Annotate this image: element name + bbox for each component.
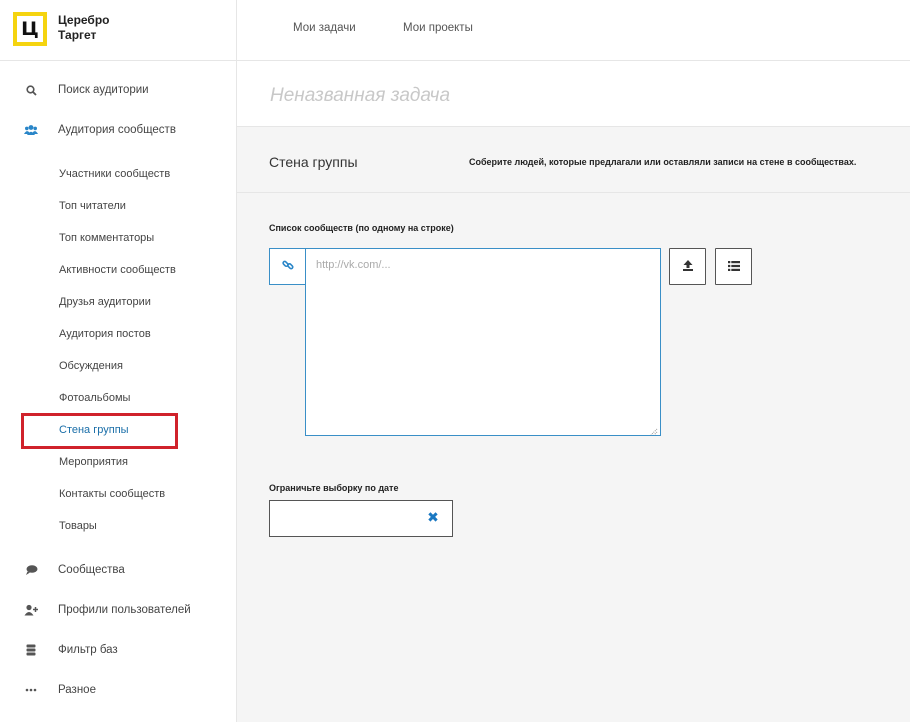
task-title-bar: Неназванная задача xyxy=(237,61,910,127)
date-filter-label: Ограничьте выборку по дате xyxy=(269,483,399,493)
more-icon xyxy=(24,683,38,697)
chat-icon xyxy=(24,563,38,577)
sidebar-item-label: Сообщества xyxy=(58,564,125,576)
sidebar-item-label: Аудитория сообществ xyxy=(58,124,176,136)
sidebar-item-user-profiles[interactable]: Профили пользователей xyxy=(0,590,237,630)
sidebar-subitem-community-contacts[interactable]: Контакты сообществ xyxy=(59,486,165,502)
sidebar-subitem-discussions[interactable]: Обсуждения xyxy=(59,358,123,374)
sidebar: Ц Церебро Таргет Поиск аудитории Аудитор… xyxy=(0,0,237,722)
sidebar-subitem-community-members[interactable]: Участники сообществ xyxy=(59,166,170,182)
close-icon[interactable]: ✖ xyxy=(426,511,440,525)
users-icon xyxy=(24,123,38,137)
sidebar-subitem-community-activity[interactable]: Активности сообществ xyxy=(59,262,176,278)
link-icon xyxy=(281,258,294,276)
sidebar-subitem-photo-albums[interactable]: Фотоальбомы xyxy=(59,390,130,406)
sidebar-subitem-top-commenters[interactable]: Топ комментаторы xyxy=(59,230,154,246)
date-filter-input[interactable]: ✖ xyxy=(269,500,453,537)
section-header: Стена группы Соберите людей, которые пре… xyxy=(237,127,910,193)
sidebar-item-audience-search[interactable]: Поиск аудитории xyxy=(0,70,237,110)
list-button[interactable] xyxy=(715,248,752,285)
sidebar-item-label: Фильтр баз xyxy=(58,644,118,656)
upload-icon xyxy=(682,258,694,276)
sidebar-subitem-audience-friends[interactable]: Друзья аудитории xyxy=(59,294,151,310)
sidebar-subitem-top-readers[interactable]: Топ читатели xyxy=(59,198,126,214)
database-icon xyxy=(24,643,38,657)
sidebar-item-communities[interactable]: Сообщества xyxy=(0,550,237,590)
logo-letter: Ц xyxy=(17,16,43,42)
sidebar-subitem-products[interactable]: Товары xyxy=(59,518,97,534)
top-navigation: Мои задачи Мои проекты xyxy=(237,0,910,61)
task-title-input[interactable]: Неназванная задача xyxy=(270,85,450,107)
logo-line-2: Таргет xyxy=(58,28,97,42)
logo-line-1: Церебро xyxy=(58,13,110,27)
sidebar-subitem-post-audience[interactable]: Аудитория постов xyxy=(59,326,151,342)
sidebar-item-misc[interactable]: Разное xyxy=(0,670,237,710)
tab-my-tasks[interactable]: Мои задачи xyxy=(293,22,356,34)
tab-my-projects[interactable]: Мои проекты xyxy=(403,22,473,34)
search-icon xyxy=(24,83,38,97)
logo[interactable]: Ц Церебро Таргет xyxy=(0,0,237,61)
add-user-icon xyxy=(24,603,38,617)
main-content: Неназванная задача Стена группы Соберите… xyxy=(237,61,910,722)
sidebar-item-label: Разное xyxy=(58,684,96,696)
sidebar-item-label: Профили пользователей xyxy=(58,604,191,616)
upload-button[interactable] xyxy=(669,248,706,285)
logo-text: Церебро Таргет xyxy=(58,13,110,43)
link-button[interactable] xyxy=(269,248,306,285)
section-title: Стена группы xyxy=(269,154,358,170)
section-description: Соберите людей, которые предлагали или о… xyxy=(469,157,857,167)
sidebar-item-base-filter[interactable]: Фильтр баз xyxy=(0,630,237,670)
communities-list-label: Список сообществ (по одному на строке) xyxy=(269,223,454,233)
sidebar-item-label: Поиск аудитории xyxy=(58,84,149,96)
app: Ц Церебро Таргет Поиск аудитории Аудитор… xyxy=(0,0,910,722)
highlight-annotation xyxy=(21,413,178,449)
sidebar-item-community-audience[interactable]: Аудитория сообществ xyxy=(0,110,237,150)
resize-grip-icon[interactable] xyxy=(648,423,658,436)
list-icon xyxy=(727,258,740,276)
communities-textarea[interactable] xyxy=(305,248,661,436)
logo-mark: Ц xyxy=(13,12,47,46)
sidebar-subitem-events[interactable]: Мероприятия xyxy=(59,454,128,470)
